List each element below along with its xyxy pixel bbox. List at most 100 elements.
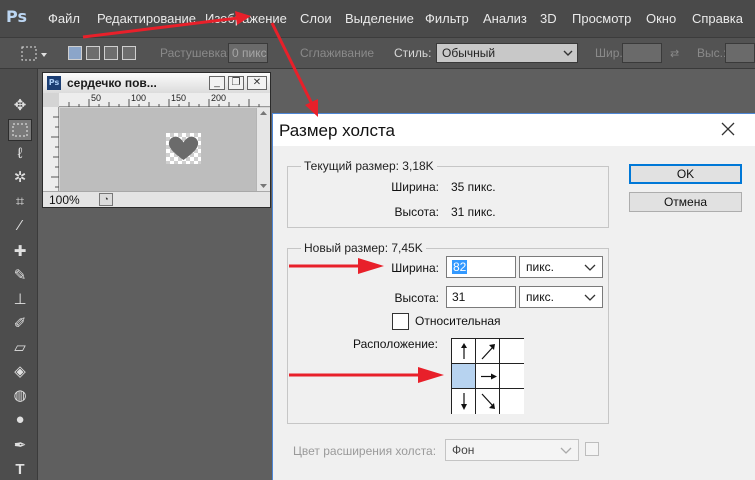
arrow-up-right-icon <box>481 344 495 360</box>
menu-select[interactable]: Выделение <box>345 11 414 26</box>
restore-icon[interactable]: ❐ <box>228 76 244 90</box>
style-select[interactable]: Обычный <box>436 43 578 63</box>
paint-bucket-tool-icon[interactable]: ◈ <box>8 361 32 383</box>
document-ps-icon: Ps <box>47 76 61 90</box>
height-input[interactable] <box>725 43 755 63</box>
arrow-up-icon <box>461 343 467 359</box>
image-canvas[interactable] <box>166 133 201 164</box>
document-window[interactable]: Ps сердечко пов... _ ❐ ✕ 50 100 150 200 <box>42 72 271 208</box>
dialog-titlebar[interactable]: Размер холста <box>273 114 755 146</box>
status-info-icon[interactable]: ◔ <box>99 193 113 206</box>
anchor-center[interactable] <box>476 364 500 389</box>
blur-tool-icon[interactable]: ● <box>8 409 32 431</box>
ruler-label: 200 <box>211 93 227 103</box>
new-size-legend: Новый размер: 7,45K <box>301 241 426 255</box>
marquee-tool-icon[interactable] <box>8 119 32 141</box>
width-input[interactable]: 82 <box>446 256 516 278</box>
healing-tool-icon[interactable]: ✚ <box>8 241 32 263</box>
arrow-down-right-icon <box>481 393 495 409</box>
height-unit-select[interactable]: пикс. <box>519 286 603 308</box>
anchor-middle-left[interactable] <box>452 364 476 389</box>
photoshop-logo: Ps <box>6 7 27 26</box>
anchor-middle-right[interactable] <box>500 364 524 389</box>
anchor-bottom-center[interactable] <box>476 389 500 414</box>
extension-color-select[interactable]: Фон <box>445 439 579 461</box>
ruler-label: 100 <box>131 93 147 103</box>
height-label: Выс.: <box>697 46 727 60</box>
tools-panel: ✥ ℓ ✲ ⌗ ⁄ ✚ ✎ ⊥ ✐ ▱ ◈ ◍ ● ✒ T <box>0 69 38 480</box>
canvas-size-dialog: Размер холста Текущий размер: 3,18K Шири… <box>272 113 755 480</box>
heart-icon <box>168 136 199 160</box>
new-selection-icon[interactable] <box>68 46 82 60</box>
menu-filter[interactable]: Фильтр <box>425 11 469 26</box>
extension-color-swatch[interactable] <box>585 442 599 456</box>
add-selection-icon[interactable] <box>86 46 100 60</box>
width-input[interactable] <box>622 43 662 63</box>
current-width-label: Ширина: <box>391 180 439 194</box>
menu-layers[interactable]: Слои <box>300 11 332 26</box>
chevron-down-icon <box>560 447 572 454</box>
menu-3d[interactable]: 3D <box>540 11 557 26</box>
anchor-bottom-left[interactable] <box>452 389 476 414</box>
lasso-tool-icon[interactable]: ℓ <box>8 143 32 165</box>
anchor-top-center[interactable] <box>476 339 500 364</box>
document-titlebar[interactable]: Ps сердечко пов... _ ❐ ✕ <box>43 73 270 93</box>
options-bar: Растушевка: 0 пикс Сглаживание Стиль: Об… <box>0 37 755 69</box>
menu-window[interactable]: Окно <box>646 11 676 26</box>
current-height-value: 31 пикс. <box>451 205 496 219</box>
zoom-level[interactable]: 100% <box>49 193 80 207</box>
menu-image[interactable]: Изображение <box>205 11 287 26</box>
history-brush-tool-icon[interactable]: ✐ <box>8 313 32 335</box>
relative-checkbox[interactable] <box>392 313 409 330</box>
anchor-top-right[interactable] <box>500 339 524 364</box>
current-width-value: 35 пикс. <box>451 180 496 194</box>
menu-view[interactable]: Просмотр <box>572 11 631 26</box>
menu-edit[interactable]: Редактирование <box>97 11 196 26</box>
feather-input[interactable]: 0 пикс <box>228 43 268 63</box>
relative-label: Относительная <box>415 314 501 328</box>
horizontal-ruler: 50 100 150 200 <box>59 93 270 107</box>
crop-tool-icon[interactable]: ⌗ <box>8 191 32 213</box>
new-height-label: Высота: <box>394 291 439 305</box>
stamp-tool-icon[interactable]: ⊥ <box>8 289 32 311</box>
intersect-selection-icon[interactable] <box>122 46 136 60</box>
brush-tool-icon[interactable]: ✎ <box>8 265 32 287</box>
width-unit-value: пикс. <box>526 260 554 274</box>
eyedropper-tool-icon[interactable]: ⁄ <box>8 215 32 237</box>
vertical-scrollbar[interactable] <box>256 108 270 191</box>
current-size-group <box>287 166 609 228</box>
width-input-value: 82 <box>452 260 468 274</box>
anchor-label: Расположение: <box>353 337 438 351</box>
close-icon[interactable]: ✕ <box>247 76 267 90</box>
minimize-icon[interactable]: _ <box>209 76 225 90</box>
menu-help[interactable]: Справка <box>692 11 743 26</box>
quick-select-tool-icon[interactable]: ✲ <box>8 167 32 189</box>
height-input[interactable]: 31 <box>446 286 516 308</box>
pen-tool-icon[interactable]: ✒ <box>8 435 32 457</box>
arrow-right-icon <box>481 373 497 380</box>
subtract-selection-icon[interactable] <box>104 46 118 60</box>
ok-button[interactable]: OK <box>629 164 742 184</box>
marquee-preset-icon[interactable] <box>10 44 50 64</box>
feather-value: 0 пикс <box>232 46 267 60</box>
vertical-ruler <box>43 107 59 191</box>
cancel-button[interactable]: Отмена <box>629 192 742 212</box>
menu-analysis[interactable]: Анализ <box>483 11 527 26</box>
dodge-tool-icon[interactable]: ◍ <box>8 385 32 407</box>
anchor-grid[interactable] <box>451 338 524 414</box>
anchor-bottom-right[interactable] <box>500 389 524 414</box>
antialias-label: Сглаживание <box>300 46 375 60</box>
anchor-top-left[interactable] <box>452 339 476 364</box>
extension-color-value: Фон <box>452 443 475 457</box>
swap-icon[interactable]: ⇄ <box>670 47 684 60</box>
close-icon[interactable] <box>717 118 739 140</box>
eraser-tool-icon[interactable]: ▱ <box>8 337 32 359</box>
document-canvas[interactable] <box>60 108 256 191</box>
width-unit-select[interactable]: пикс. <box>519 256 603 278</box>
move-tool-icon[interactable]: ✥ <box>8 95 32 117</box>
type-tool-icon[interactable]: T <box>8 459 32 480</box>
ruler-label: 50 <box>91 93 102 103</box>
height-input-value: 31 <box>452 290 466 304</box>
menu-file[interactable]: Файл <box>48 11 80 26</box>
style-value: Обычный <box>442 46 496 60</box>
